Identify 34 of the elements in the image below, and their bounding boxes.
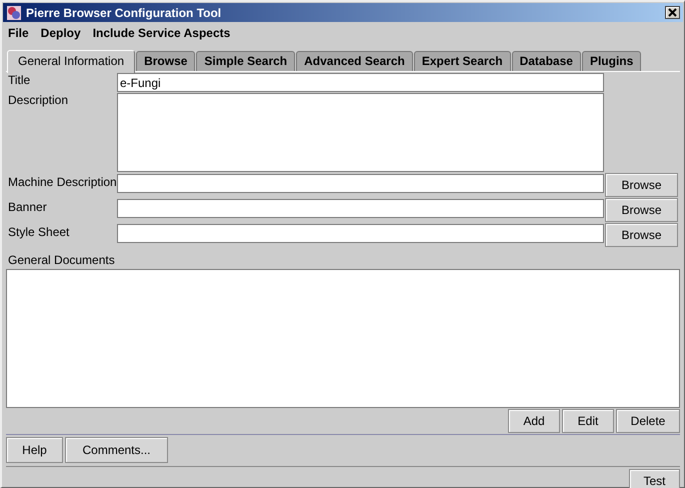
tab[interactable]: Simple Search (196, 51, 296, 71)
tab[interactable]: Database (512, 51, 581, 71)
tab[interactable]: Plugins (582, 51, 642, 71)
action-button[interactable]: Delete (616, 409, 680, 433)
browse-button[interactable]: Browse (605, 223, 678, 247)
menu-item[interactable]: Include Service Aspects (92, 26, 230, 40)
input-field[interactable] (117, 174, 604, 193)
text-area[interactable] (117, 93, 604, 172)
tab[interactable]: Browse (136, 51, 196, 71)
footer-button[interactable]: Comments... (65, 437, 168, 463)
close-icon (666, 7, 679, 18)
field-label: Style Sheet (7, 225, 70, 239)
field-label: Description (7, 93, 70, 107)
field-label: General Documents (7, 252, 116, 269)
browse-button[interactable]: Browse (605, 173, 678, 197)
input-field[interactable] (117, 199, 604, 218)
tab[interactable]: General Information (7, 50, 136, 73)
footer-button[interactable]: Help (6, 437, 63, 463)
app-icon (6, 4, 22, 20)
menu-item[interactable]: Deploy (40, 26, 81, 40)
tab[interactable]: Expert Search (414, 51, 511, 71)
menu-item[interactable]: File (8, 26, 29, 40)
input-field[interactable]: e-Fungi (117, 73, 604, 92)
browse-button[interactable]: Browse (605, 198, 678, 222)
window-title: Pierre Browser Configuration Tool (26, 6, 222, 20)
input-field[interactable] (117, 224, 604, 243)
field-label: Title (7, 73, 32, 87)
action-button[interactable]: Add (508, 409, 560, 433)
close-button[interactable] (665, 6, 680, 19)
field-label: Banner (7, 200, 48, 214)
field-label: Machine Description (7, 175, 116, 189)
tab[interactable]: Advanced Search (296, 51, 413, 71)
test-button[interactable]: Test (629, 469, 680, 488)
action-button[interactable]: Edit (562, 409, 614, 433)
